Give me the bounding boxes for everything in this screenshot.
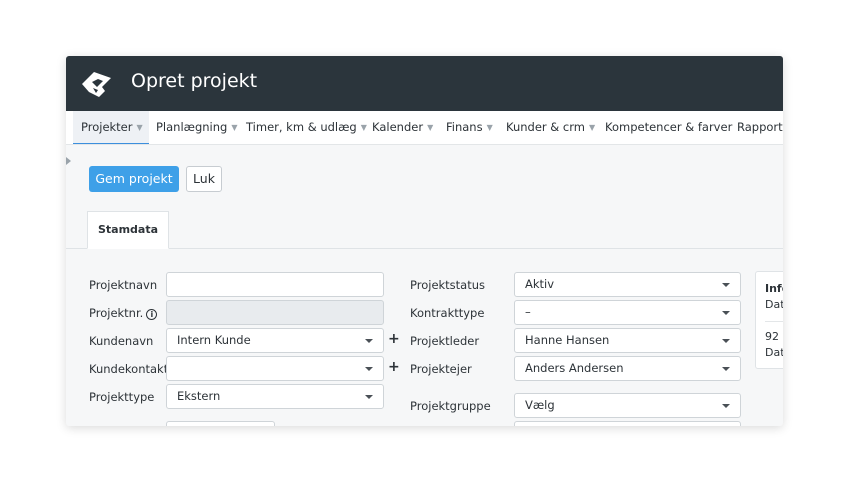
info-panel-line1: Dat — [765, 298, 783, 311]
nav-item-finans[interactable]: Finans ▼ — [446, 111, 493, 144]
projektejer-select[interactable]: Anders Andersen — [514, 356, 741, 381]
info-panel-title: Info — [765, 282, 783, 295]
projektgruppe-select[interactable]: Vælg — [514, 393, 741, 418]
caret-down-icon — [365, 339, 373, 343]
caret-down-icon — [365, 367, 373, 371]
projektleder-label: Projektleder — [410, 334, 480, 348]
info-panel-line2: Dat — [765, 346, 783, 359]
tab-stamdata[interactable]: Stamdata — [87, 211, 169, 249]
nav-label: Projekter — [81, 120, 133, 134]
info-panel-number: 92 — [765, 330, 779, 343]
projekttype-label: Projekttype — [89, 390, 155, 404]
chevron-down-icon: ▼ — [588, 123, 596, 132]
projektnr-label: Projektnr. i — [89, 306, 158, 320]
caret-down-icon — [722, 283, 730, 287]
kundenavn-value: Intern Kunde — [177, 333, 251, 347]
caret-down-icon — [365, 395, 373, 399]
projektgruppe-label: Projektgruppe — [410, 399, 491, 413]
nav-label: Kompetencer & farver — [605, 120, 733, 134]
projektstatus-label: Projektstatus — [410, 278, 486, 292]
projektnavn-label: Projektnavn — [89, 278, 158, 292]
nav-item-planlaegning[interactable]: Planlægning ▼ — [156, 111, 238, 144]
save-project-button[interactable]: Gem projekt — [89, 166, 179, 192]
logo-icon[interactable] — [80, 67, 114, 101]
nav-label: Finans — [446, 120, 483, 134]
nav-label: Timer, km & udlæg — [246, 120, 357, 134]
title-bar: Opret projekt — [66, 56, 783, 111]
chevron-down-icon: ▼ — [231, 123, 238, 132]
info-panel: Info Dat 92 Dat — [755, 271, 783, 369]
kundekontakt-select[interactable] — [166, 356, 384, 381]
nav-label: Rapporte — [737, 120, 783, 134]
kundenavn-select[interactable]: Intern Kunde — [166, 328, 384, 353]
kontrakttype-label: Kontrakttype — [410, 306, 485, 320]
projektstatus-select[interactable]: Aktiv — [514, 272, 741, 297]
chevron-down-icon: ▼ — [486, 123, 493, 132]
caret-down-icon — [722, 311, 730, 315]
sidebar-toggle-icon[interactable] — [66, 157, 71, 165]
close-button[interactable]: Luk — [186, 166, 222, 192]
partial-select[interactable] — [514, 421, 741, 426]
info-panel-divider — [765, 321, 783, 322]
caret-down-icon — [722, 367, 730, 371]
chevron-down-icon: ▼ — [360, 123, 367, 132]
projektnr-input — [166, 300, 384, 325]
info-icon[interactable]: i — [146, 309, 158, 320]
kontrakttype-select[interactable]: – — [514, 300, 741, 325]
add-contact-plus-icon[interactable]: + — [388, 359, 400, 375]
nav-label: Kunder & crm — [506, 120, 585, 134]
nav-item-timer[interactable]: Timer, km & udlæg ▼ — [246, 111, 367, 144]
nav-item-kunder[interactable]: Kunder & crm ▼ — [506, 111, 596, 144]
nav-label: Kalender — [372, 120, 424, 134]
projektstatus-value: Aktiv — [525, 277, 555, 291]
chevron-down-icon: ▼ — [427, 123, 434, 132]
nav-item-kompetencer[interactable]: Kompetencer & farver — [605, 111, 733, 144]
projektejer-label: Projektejer — [410, 362, 472, 376]
nav-item-rapporter[interactable]: Rapporte — [737, 111, 783, 144]
caret-down-icon — [722, 404, 730, 408]
nav-label: Planlægning — [156, 120, 228, 134]
caret-down-icon — [722, 339, 730, 343]
main-nav: Projekter ▼ Planlægning ▼ Timer, km & udlæ… — [66, 111, 783, 145]
projektgruppe-value: Vælg — [525, 398, 555, 412]
app-window: Opret projekt Projekter ▼ Planlægning ▼ Ti… — [66, 56, 783, 426]
projektnavn-input[interactable] — [166, 272, 384, 297]
kundenavn-label: Kundenavn — [89, 334, 154, 348]
kontrakttype-value: – — [525, 305, 531, 319]
add-customer-plus-icon[interactable]: + — [388, 331, 400, 347]
tabs-divider — [66, 248, 783, 249]
projektleder-value: Hanne Hansen — [525, 333, 610, 347]
projektejer-value: Anders Andersen — [525, 361, 624, 375]
projektnr-label-text: Projektnr. — [89, 306, 144, 320]
chevron-down-icon: ▼ — [136, 123, 143, 132]
projekttype-select[interactable]: Ekstern — [166, 384, 384, 409]
page-title: Opret projekt — [131, 70, 258, 92]
partial-field[interactable] — [166, 421, 275, 426]
nav-item-projekter[interactable]: Projekter ▼ — [73, 111, 149, 144]
projektleder-select[interactable]: Hanne Hansen — [514, 328, 741, 353]
projekttype-value: Ekstern — [177, 389, 221, 403]
kundekontakt-label: Kundekontakt — [89, 362, 169, 376]
nav-item-kalender[interactable]: Kalender ▼ — [372, 111, 434, 144]
